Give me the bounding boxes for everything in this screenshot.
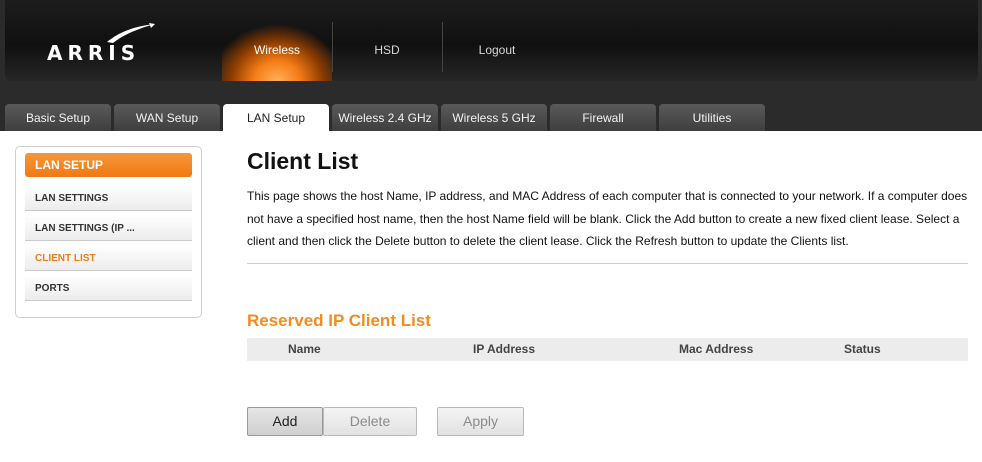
column-header-status: Status xyxy=(844,342,881,356)
top-nav-hsd[interactable]: HSD xyxy=(332,0,442,81)
apply-button[interactable]: Apply xyxy=(437,407,524,436)
delete-button[interactable]: Delete xyxy=(323,407,417,436)
column-header-ip-address: IP Address xyxy=(473,342,536,356)
tab-firewall[interactable]: Firewall xyxy=(550,104,656,131)
divider xyxy=(247,263,968,264)
tab-wan-setup[interactable]: WAN Setup xyxy=(114,104,220,131)
header: ARRIS Wireless HSD Logout xyxy=(0,0,982,92)
tab-lan-setup[interactable]: LAN Setup xyxy=(223,104,329,131)
tab-utilities[interactable]: Utilities xyxy=(659,104,765,131)
sidebar-title: LAN SETUP xyxy=(25,153,192,177)
column-header-mac-address: Mac Address xyxy=(679,342,754,356)
sidebar-item-lan-settings[interactable]: LAN SETTINGS xyxy=(25,187,192,211)
add-button[interactable]: Add xyxy=(247,407,323,436)
sidebar-item-lan-settings-ip[interactable]: LAN SETTINGS (IP ... xyxy=(25,217,192,241)
top-nav-wireless[interactable]: Wireless xyxy=(222,0,332,81)
section-title: Reserved IP Client List xyxy=(247,311,431,330)
sidebar-item-ports[interactable]: PORTS xyxy=(25,277,192,301)
sidebar-item-client-list[interactable]: CLIENT LIST xyxy=(25,247,192,271)
tab-bar: Basic Setup WAN Setup LAN Setup Wireless… xyxy=(0,92,982,131)
client-table-header: Name IP Address Mac Address Status xyxy=(247,338,968,361)
top-nav-logout[interactable]: Logout xyxy=(442,0,552,81)
arris-logo[interactable]: ARRIS xyxy=(47,22,157,67)
logo-text: ARRIS xyxy=(47,41,141,65)
tab-wireless-5-ghz[interactable]: Wireless 5 GHz xyxy=(441,104,547,131)
column-header-name: Name xyxy=(288,342,321,356)
tab-wireless-2-4-ghz[interactable]: Wireless 2.4 GHz xyxy=(332,104,438,131)
page-title: Client List xyxy=(247,148,359,174)
tab-basic-setup[interactable]: Basic Setup xyxy=(5,104,111,131)
page-description: This page shows the host Name, IP addres… xyxy=(247,189,968,248)
sidebar: LAN SETUP LAN SETTINGS LAN SETTINGS (IP … xyxy=(15,146,202,318)
